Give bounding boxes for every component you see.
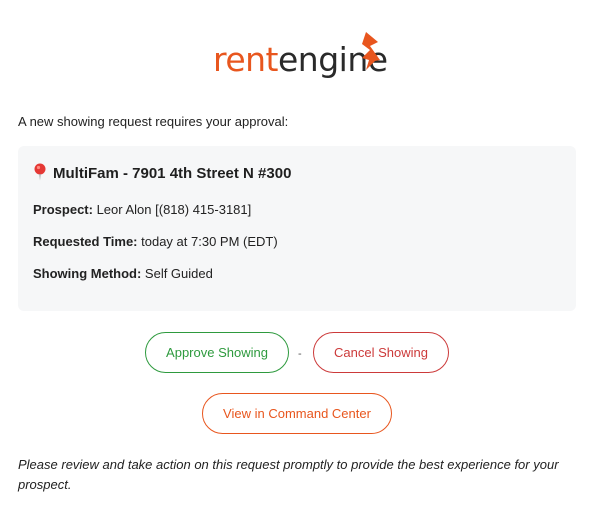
- intro-text: A new showing request requires your appr…: [18, 114, 289, 129]
- requested-time-field: Requested Time: today at 7:30 PM (EDT): [33, 234, 278, 249]
- requested-time-value: today at 7:30 PM (EDT): [137, 234, 278, 249]
- showing-method-label: Showing Method:: [33, 266, 142, 281]
- prospect-value: Leor Alon [(818) 415-3181]: [92, 202, 252, 217]
- view-in-command-center-button[interactable]: View in Command Center: [202, 393, 392, 434]
- showing-details-card: MultiFam - 7901 4th Street N #300 Prospe…: [18, 146, 576, 311]
- property-name: MultiFam - 7901 4th Street N #300: [53, 165, 292, 182]
- lightning-bolt-icon: [362, 32, 380, 70]
- button-separator: -: [298, 348, 302, 360]
- prospect-field: Prospect: Leor Alon [(818) 415-3181]: [33, 202, 251, 217]
- showing-method-value: Self Guided: [141, 266, 213, 281]
- footer-note: Please review and take action on this re…: [18, 457, 559, 492]
- showing-method-field: Showing Method: Self Guided: [33, 266, 213, 281]
- map-pin-icon: [34, 163, 46, 181]
- requested-time-label: Requested Time:: [33, 234, 138, 249]
- approve-showing-button[interactable]: Approve Showing: [145, 332, 289, 373]
- prospect-label: Prospect:: [33, 202, 93, 217]
- property-title: MultiFam - 7901 4th Street N #300: [33, 163, 291, 182]
- email-body: rentengine A new showing request require…: [0, 0, 594, 526]
- logo-rent-text: rent: [213, 40, 279, 79]
- rentengine-logo: rentengine: [0, 30, 594, 82]
- cancel-showing-button[interactable]: Cancel Showing: [313, 332, 449, 373]
